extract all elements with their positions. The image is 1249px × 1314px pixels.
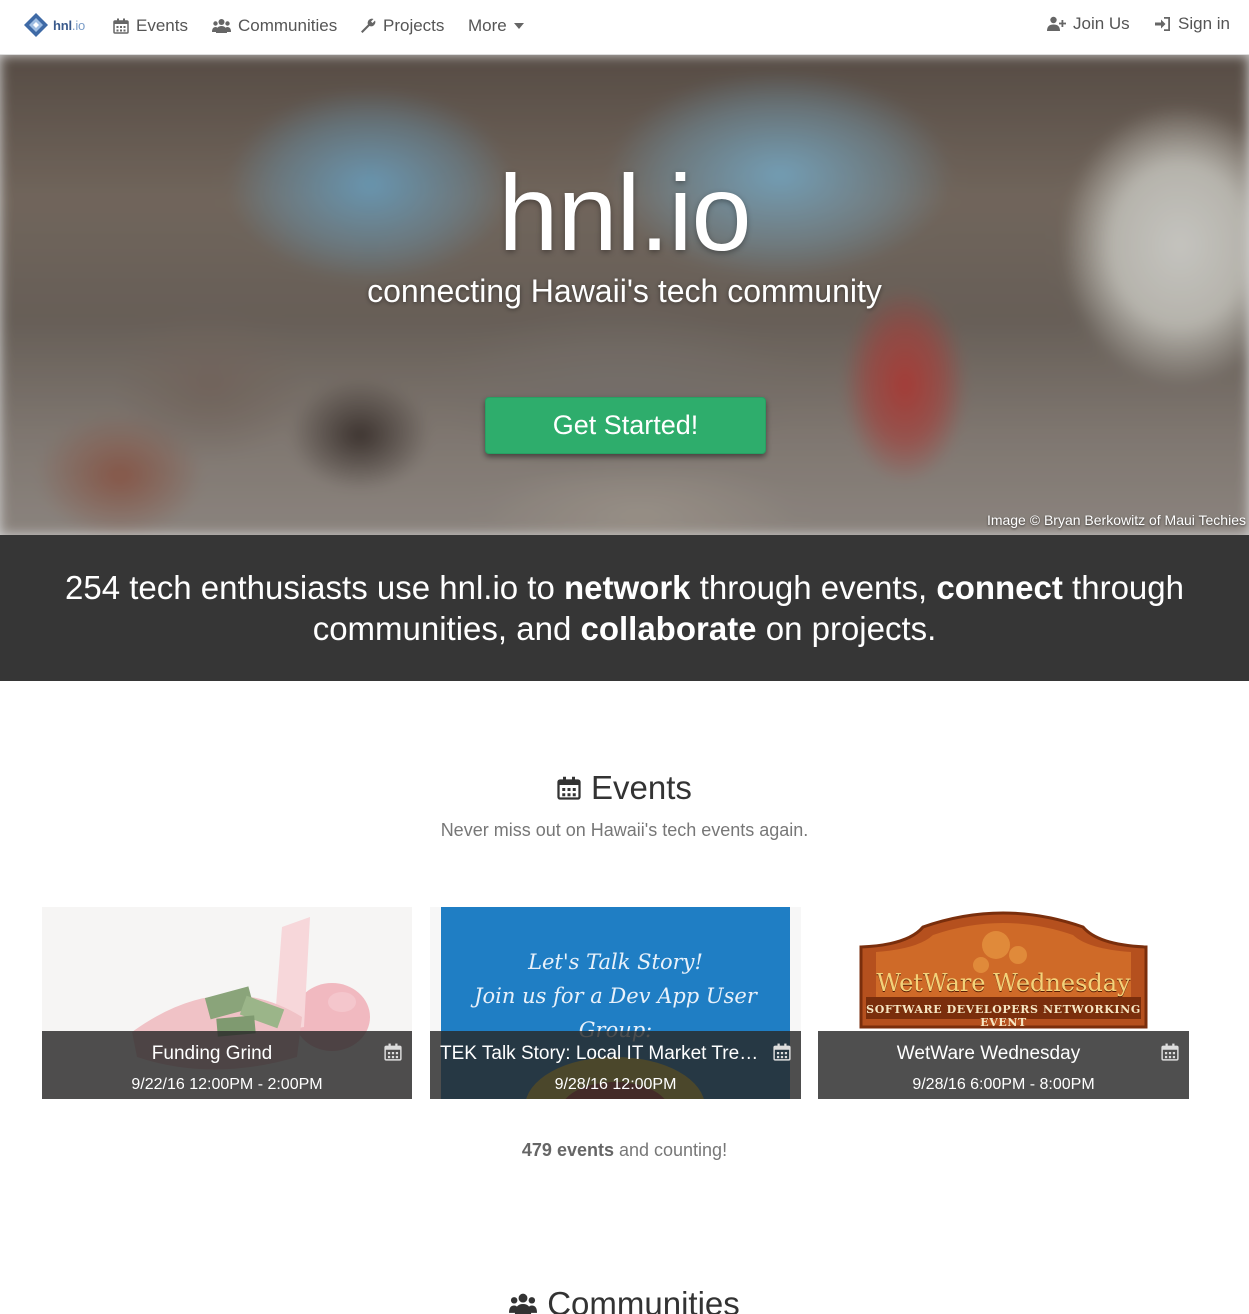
logo-tagline: SOFTWARE DEVELOPERS NETWORKING EVENT xyxy=(866,1003,1141,1029)
hero-subtitle: connecting Hawaii's tech community xyxy=(367,273,882,309)
sign-in-link[interactable]: Sign in xyxy=(1155,12,1230,36)
add-to-calendar-icon[interactable] xyxy=(773,1043,791,1066)
nav-events-label: Events xyxy=(136,16,188,35)
hero-banner: hnl.io connecting Hawaii's tech communit… xyxy=(0,55,1249,535)
event-card-funding-grind[interactable]: Funding Grind 9/22/16 12:00PM - 2:00PM xyxy=(42,907,412,1099)
communities-section-title: Communities xyxy=(0,1284,1249,1314)
event-date: 9/28/16 6:00PM - 8:00PM xyxy=(912,1076,1095,1093)
stats-line-2: communities, and collaborate on projects… xyxy=(312,610,937,647)
nav-more-dropdown[interactable]: More xyxy=(468,14,524,38)
nav-communities-label: Communities xyxy=(238,16,338,35)
events-counter: 479 events and counting! xyxy=(521,1140,728,1160)
add-to-calendar-icon[interactable] xyxy=(384,1043,402,1066)
user-plus-icon xyxy=(1047,16,1066,31)
stats-band: 254 tech enthusiasts use hnl.io to netwo… xyxy=(0,535,1249,681)
brand-tld: .io xyxy=(71,17,86,33)
nav-more-label: More xyxy=(468,16,507,35)
sign-in-icon xyxy=(1155,17,1170,31)
sign-in-label: Sign in xyxy=(1178,14,1230,33)
events-section-title: Events xyxy=(0,768,1249,808)
users-icon xyxy=(509,1293,538,1314)
events-subtitle: Never miss out on Hawaii's tech events a… xyxy=(440,820,809,840)
nav-events[interactable]: Events xyxy=(113,14,188,38)
add-to-calendar-icon[interactable] xyxy=(1161,1043,1179,1066)
hero-title: hnl.io xyxy=(498,152,751,273)
users-icon xyxy=(212,19,231,33)
event-title: Funding Grind xyxy=(151,1043,273,1064)
logo-title: WetWare Wednesday xyxy=(876,969,1131,997)
event-title: TEK Talk Story: Local IT Market Trends xyxy=(440,1043,761,1064)
stats-line-1: 254 tech enthusiasts use hnl.io to netwo… xyxy=(65,569,1184,606)
join-us-label: Join Us xyxy=(1073,14,1130,33)
event-card-wetware-wednesday[interactable]: WetWare Wednesday SOFTWARE DEVELOPERS NE… xyxy=(818,907,1189,1099)
nav-communities[interactable]: Communities xyxy=(212,14,337,38)
brand-name: hnl xyxy=(53,17,72,33)
wrench-icon xyxy=(361,18,376,33)
events-count[interactable]: 479 events xyxy=(522,1140,614,1160)
events-heading: Events xyxy=(591,769,692,806)
hnl-logo-icon xyxy=(24,13,48,37)
calendar-icon xyxy=(113,18,129,34)
join-us-link[interactable]: Join Us xyxy=(1047,12,1130,36)
event-card-tek-talk-story[interactable]: Let's Talk Story! Join us for a Dev App … xyxy=(430,907,801,1099)
event-date: 9/28/16 12:00PM xyxy=(554,1076,677,1093)
brand-logo[interactable]: hnl.io xyxy=(23,11,85,39)
nav-projects-label: Projects xyxy=(383,16,445,35)
nav-projects[interactable]: Projects xyxy=(360,14,444,38)
navbar: hnl.io Events Communities Projects More xyxy=(0,0,1249,55)
get-started-button[interactable]: Get Started! xyxy=(485,397,766,454)
calendar-icon xyxy=(557,776,581,800)
event-title: WetWare Wednesday xyxy=(896,1043,1081,1064)
caret-down-icon xyxy=(513,23,524,29)
communities-heading: Communities xyxy=(547,1285,740,1314)
image-credit: Image © Bryan Berkowitz of Maui Techies xyxy=(986,512,1246,528)
image-caption-line-1: Let's Talk Story! xyxy=(528,950,703,974)
event-date: 9/22/16 12:00PM - 2:00PM xyxy=(131,1076,323,1093)
